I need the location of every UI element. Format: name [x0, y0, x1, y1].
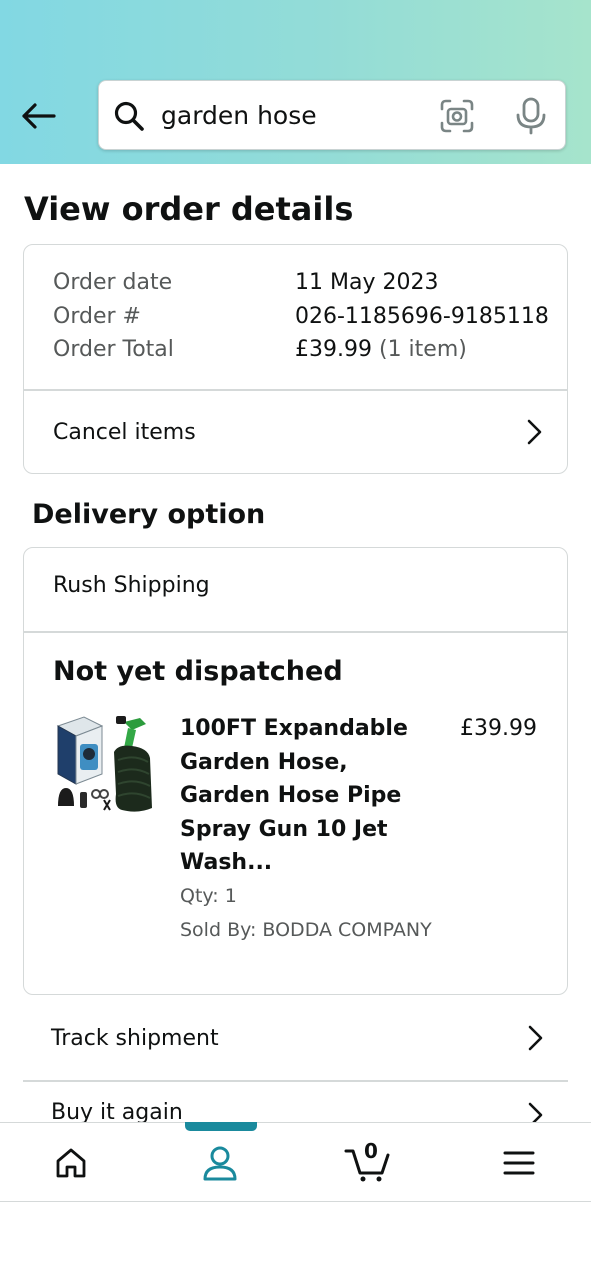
order-number-value: 026-1185696-9185118 [295, 304, 549, 329]
dispatch-status: Not yet dispatched [53, 656, 343, 687]
order-number-row: Order # 026-1185696-9185118 [53, 301, 549, 333]
nav-home[interactable] [31, 1123, 111, 1203]
cancel-items-label: Cancel items [53, 419, 196, 445]
back-button[interactable] [16, 94, 60, 138]
search-input[interactable]: garden hose [161, 99, 317, 133]
chevron-right-icon [527, 419, 542, 445]
menu-icon [503, 1151, 535, 1175]
order-number-label: Order # [53, 304, 141, 329]
product-title-link[interactable]: 100FT Expandable Garden Hose, Garden Hos… [180, 712, 420, 880]
chevron-right-icon [528, 1025, 543, 1051]
app-header: garden hose [0, 0, 591, 164]
delivery-card: Rush Shipping Not yet dispatched 100FT E… [23, 547, 568, 995]
product-seller: Sold By: BODDA COMPANY [180, 919, 432, 941]
shipping-method: Rush Shipping [53, 573, 210, 598]
nav-cart[interactable] [328, 1123, 408, 1203]
page-title: View order details [24, 190, 354, 228]
search-icon [114, 101, 144, 131]
order-total-value: £39.99 (1 item) [295, 334, 467, 366]
camera-search-icon[interactable] [439, 98, 475, 134]
nav-menu[interactable] [479, 1123, 559, 1203]
order-summary-card: Order date 11 May 2023 Order # 026-11856… [23, 244, 568, 474]
order-date-row: Order date 11 May 2023 [53, 267, 438, 299]
divider [24, 631, 567, 633]
cart-count-badge: 0 [364, 1139, 378, 1163]
search-bar[interactable]: garden hose [98, 80, 566, 150]
order-total-amount: £39.99 [295, 337, 372, 362]
product-image[interactable] [54, 714, 158, 814]
order-total-label: Order Total [53, 337, 174, 362]
microphone-icon[interactable] [513, 97, 549, 135]
account-icon [203, 1146, 237, 1181]
track-shipment-label: Track shipment [51, 1025, 219, 1051]
nav-account[interactable] [180, 1123, 260, 1203]
order-date-label: Order date [53, 270, 173, 295]
home-icon [56, 1148, 86, 1178]
order-total-row: Order Total £39.99 (1 item) [53, 334, 467, 366]
divider [23, 1080, 568, 1082]
order-item-count: (1 item) [378, 337, 467, 362]
bottom-navigation [0, 1122, 591, 1202]
back-arrow-icon [22, 103, 56, 129]
delivery-section-title: Delivery option [32, 499, 266, 530]
cancel-items-button[interactable]: Cancel items [24, 391, 567, 473]
track-shipment-button[interactable]: Track shipment [23, 996, 568, 1080]
product-quantity: Qty: 1 [180, 885, 237, 907]
product-price: £39.99 [460, 716, 537, 741]
order-date-value: 11 May 2023 [295, 270, 439, 295]
